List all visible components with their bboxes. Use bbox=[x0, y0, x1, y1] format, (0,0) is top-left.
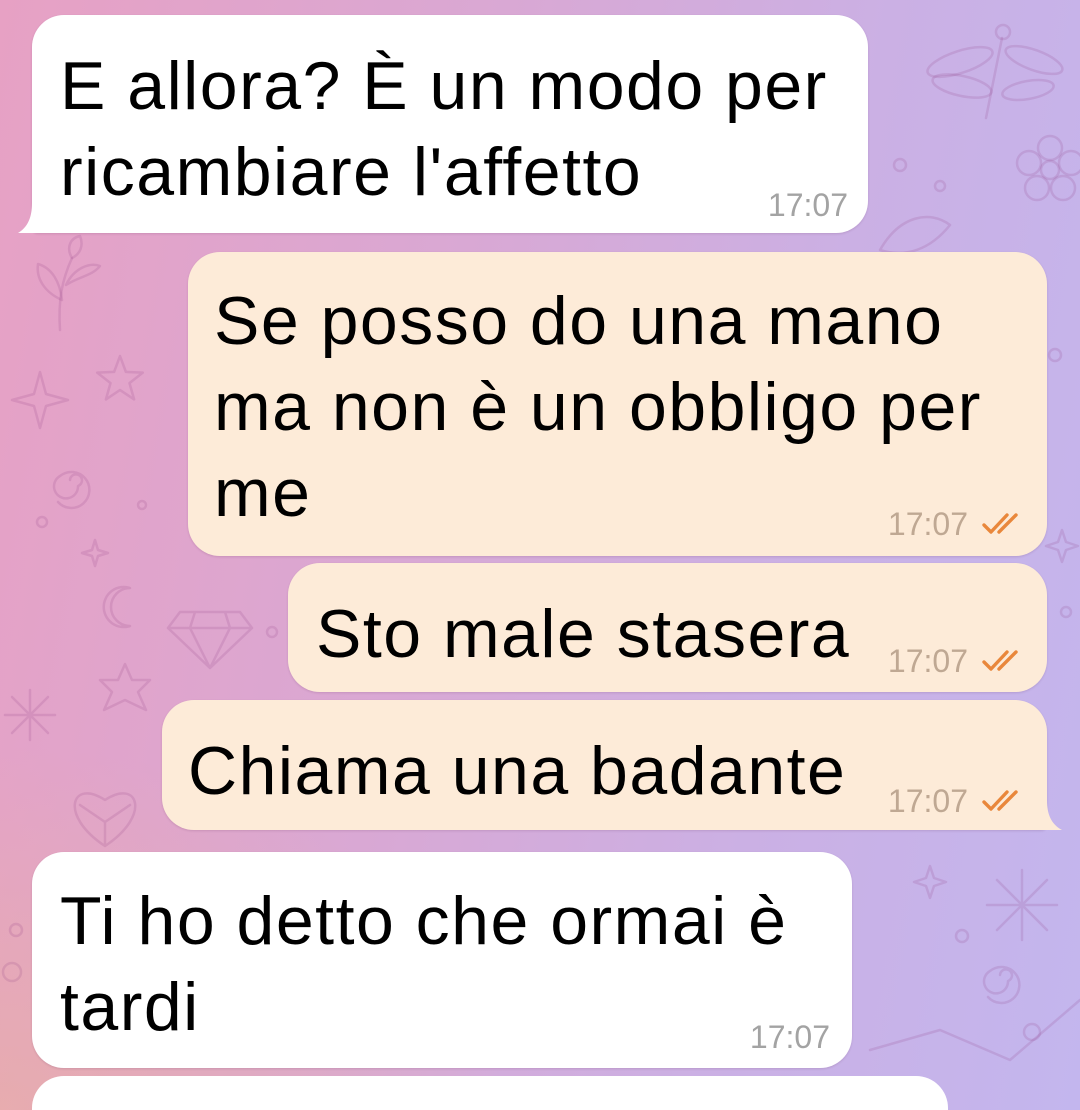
message-text: Sto male stasera bbox=[316, 596, 851, 672]
message-text: Ti ho detto che ormai è tardi bbox=[60, 883, 788, 1045]
starburst-doodle-icon bbox=[3, 688, 57, 742]
swirl-doodle-icon bbox=[52, 470, 91, 510]
constellation-doodle bbox=[868, 998, 1080, 1062]
message-time: 17:07 bbox=[887, 643, 968, 679]
heart-doodle-icon bbox=[73, 792, 137, 848]
message-meta: 17:07 bbox=[888, 785, 1028, 817]
message-bubble-incoming[interactable]: Ti ho detto che ormai è tardi 17:07 bbox=[32, 852, 852, 1068]
message-time: 17:07 bbox=[887, 783, 968, 819]
bubble-tail bbox=[18, 203, 38, 233]
message-meta: 17:07 bbox=[768, 189, 848, 221]
bubble-tail bbox=[1041, 800, 1062, 830]
message-text: E allora? È un modo per ricambiare l'aff… bbox=[60, 48, 828, 210]
message-bubble-incoming[interactable]: E allora? È un modo per ricambiare l'aff… bbox=[18, 15, 868, 233]
sparkle-doodle-icon bbox=[1044, 528, 1080, 564]
message-meta: 17:07 bbox=[888, 645, 1028, 677]
flower-doodle-icon bbox=[1015, 134, 1080, 202]
message-text: Chiama una badante bbox=[188, 733, 847, 809]
message-time: 17:07 bbox=[749, 1019, 830, 1055]
message-text: Se posso do una mano ma non è un obbligo… bbox=[214, 283, 982, 531]
small-star-doodle-icon bbox=[80, 538, 110, 568]
message-time: 17:07 bbox=[767, 187, 848, 223]
message-bubble-incoming-partial[interactable] bbox=[32, 1076, 948, 1110]
message-bubble-outgoing[interactable]: Se posso do una mano ma non è un obbligo… bbox=[188, 252, 1047, 556]
message-meta: 17:07 bbox=[750, 1021, 830, 1053]
leaf-doodle-icon bbox=[878, 215, 952, 255]
star-doodle-icon bbox=[95, 354, 145, 401]
starburst-doodle-icon bbox=[985, 868, 1059, 942]
double-check-icon bbox=[982, 513, 1018, 534]
message-time: 17:07 bbox=[887, 506, 968, 542]
moon-doodle-icon bbox=[102, 585, 132, 629]
double-check-icon bbox=[982, 650, 1018, 671]
four-point-star-doodle-icon bbox=[10, 370, 70, 430]
double-check-icon bbox=[982, 790, 1018, 811]
dragonfly-doodle-icon bbox=[926, 23, 1064, 120]
message-bubble-outgoing[interactable]: Sto male stasera 17:07 bbox=[288, 563, 1047, 692]
message-meta: 17:07 bbox=[888, 508, 1028, 540]
small-star-doodle-icon bbox=[912, 864, 948, 900]
message-bubble-outgoing[interactable]: Chiama una badante 17:07 bbox=[162, 700, 1062, 830]
diamond-doodle-icon bbox=[166, 610, 254, 670]
leaf-sprig-doodle-icon bbox=[36, 234, 102, 332]
swirl-doodle-icon bbox=[982, 965, 1021, 1005]
six-point-star-doodle-icon bbox=[98, 662, 152, 712]
